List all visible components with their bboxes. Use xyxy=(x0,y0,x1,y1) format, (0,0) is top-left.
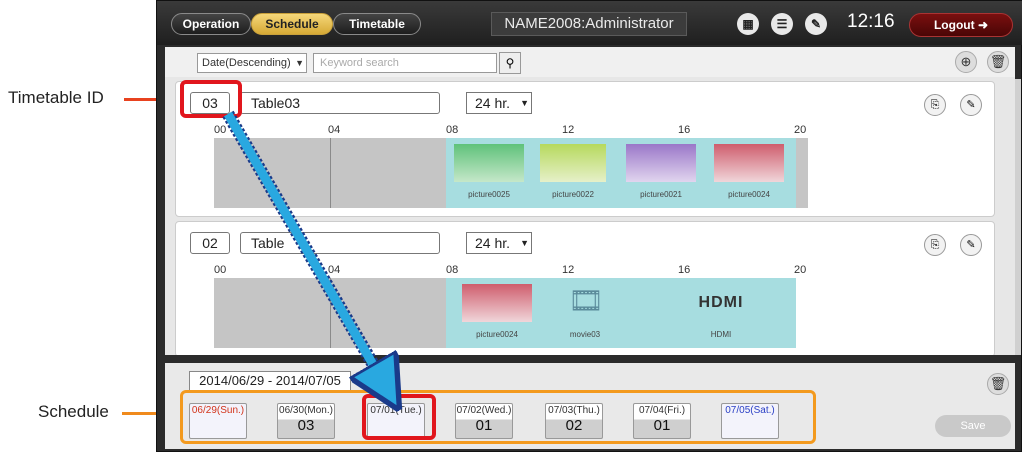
figure: Timetable ID Schedule Operation Schedule… xyxy=(0,0,1022,452)
drag-arrow xyxy=(222,110,1022,452)
arrow-body xyxy=(224,111,386,387)
